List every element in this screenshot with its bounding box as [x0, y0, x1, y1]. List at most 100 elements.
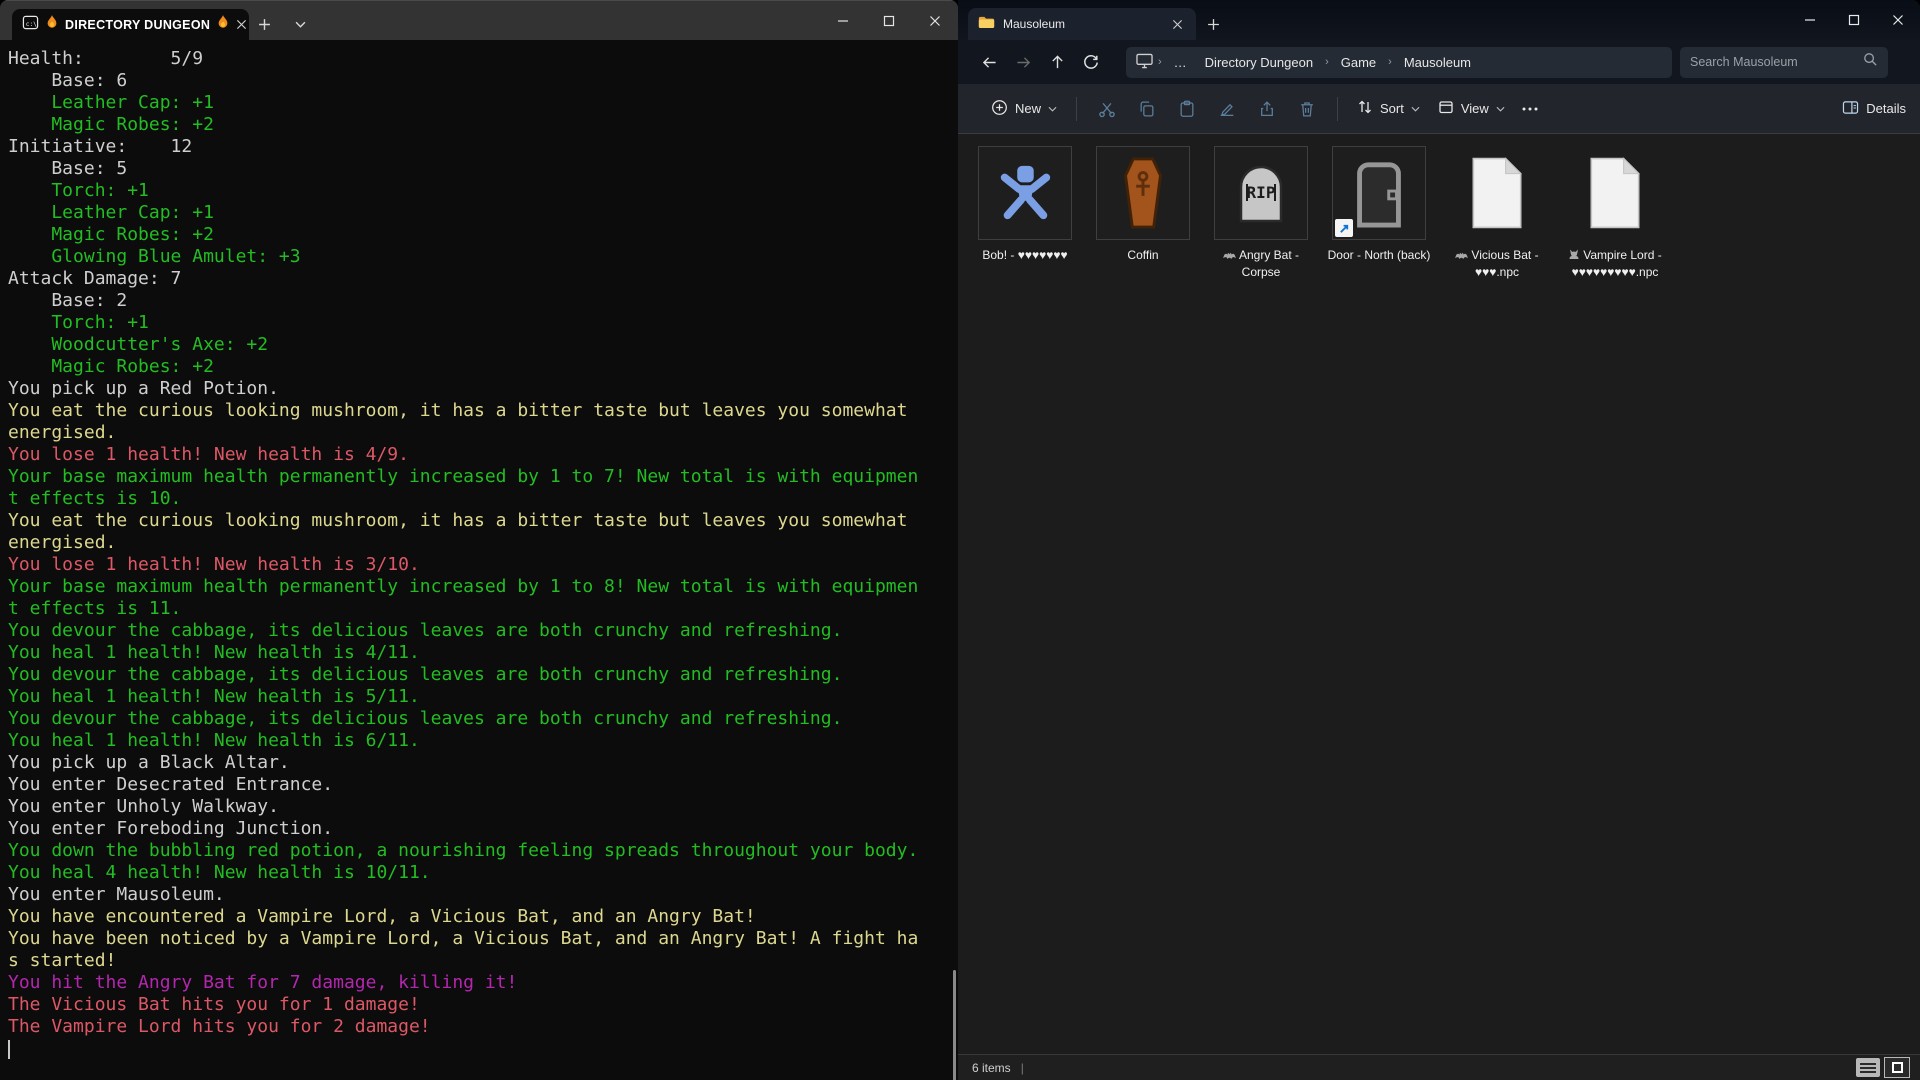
- minimize-button[interactable]: [820, 1, 866, 41]
- tab-dropdown-button[interactable]: [285, 9, 315, 40]
- details-button[interactable]: Details: [1842, 100, 1906, 118]
- file-tile-vicious-bat[interactable]: Vicious Bat - ♥♥♥.npc: [1438, 146, 1556, 280]
- chevron-down-icon: [1048, 106, 1057, 112]
- maximize-button[interactable]: [1832, 0, 1876, 40]
- list-view-toggle[interactable]: [1856, 1058, 1880, 1077]
- view-button[interactable]: View: [1429, 92, 1514, 125]
- file-tile-vampire-lord[interactable]: Vampire Lord - ♥♥♥♥♥♥♥♥♥.npc: [1556, 146, 1674, 280]
- up-button[interactable]: [1040, 46, 1074, 78]
- copy-button[interactable]: [1127, 92, 1167, 126]
- new-tab-button[interactable]: [249, 9, 279, 40]
- search-input[interactable]: [1690, 55, 1850, 69]
- sort-button[interactable]: Sort: [1348, 92, 1429, 125]
- search-icon: [1863, 52, 1878, 72]
- door-icon: [1332, 146, 1426, 240]
- explorer-toolbar: New: [958, 84, 1920, 134]
- file-grid: Bob! - ♥♥♥♥♥♥♥ Coffin: [966, 146, 1920, 280]
- more-button[interactable]: [1514, 92, 1546, 126]
- details-pane-icon: [1842, 100, 1859, 118]
- terminal-tab-title: DIRECTORY DUNGEON: [65, 18, 210, 32]
- file-tile-door-north[interactable]: Door - North (back): [1320, 146, 1438, 280]
- shortcut-arrow-icon: [1335, 219, 1353, 237]
- paste-button[interactable]: [1167, 92, 1207, 126]
- minimize-button[interactable]: [1788, 0, 1832, 40]
- blank-page-icon: [1568, 146, 1662, 240]
- terminal-output: Health: 5/9 Base: 6 Leather Cap: +1 Magi…: [8, 48, 958, 1038]
- terminal-line: You enter Foreboding Junction.: [8, 818, 958, 840]
- terminal-line: Magic Robes: +2: [8, 356, 958, 378]
- explorer-content: Bob! - ♥♥♥♥♥♥♥ Coffin: [958, 146, 1920, 1066]
- back-button[interactable]: [972, 46, 1006, 78]
- tab-close-icon[interactable]: [236, 16, 247, 34]
- terminal-line: You eat the curious looking mushroom, it…: [8, 400, 958, 422]
- items-count: 6 items: [972, 1061, 1011, 1075]
- terminal-tab[interactable]: c:\ DIRECTORY DUNGEON: [12, 9, 249, 40]
- terminal-line: Magic Robes: +2: [8, 224, 958, 246]
- maximize-button[interactable]: [866, 1, 912, 41]
- svg-text:c:\: c:\: [26, 20, 37, 27]
- new-button[interactable]: New: [982, 92, 1066, 126]
- file-tile-angry-bat-corpse[interactable]: RIP Angry Bat - Corpse: [1202, 146, 1320, 280]
- breadcrumb-item-mausoleum[interactable]: Mausoleum: [1397, 52, 1478, 73]
- details-button-label: Details: [1866, 101, 1906, 116]
- explorer-tab[interactable]: Mausoleum: [968, 8, 1196, 40]
- bat-icon: [1223, 248, 1236, 264]
- breadcrumb-item-game[interactable]: Game: [1334, 52, 1383, 73]
- close-button[interactable]: [912, 1, 958, 41]
- terminal-line: The Vampire Lord hits you for 2 damage!: [8, 1016, 958, 1038]
- flame-icon: [45, 14, 59, 35]
- new-tab-button[interactable]: [1196, 8, 1230, 40]
- terminal-line: You heal 4 health! New health is 10/11.: [8, 862, 958, 884]
- terminal-line: Leather Cap: +1: [8, 92, 958, 114]
- svg-text:RIP: RIP: [1247, 183, 1276, 202]
- close-button[interactable]: [1876, 0, 1920, 40]
- file-label: Bob! - ♥♥♥♥♥♥♥: [982, 247, 1067, 263]
- terminal-line: Base: 5: [8, 158, 958, 180]
- tab-close-icon[interactable]: [1168, 15, 1186, 33]
- forward-button[interactable]: [1006, 46, 1040, 78]
- file-tile-coffin[interactable]: Coffin: [1084, 146, 1202, 280]
- terminal-body[interactable]: Health: 5/9 Base: 6 Leather Cap: +1 Magi…: [0, 40, 958, 1080]
- terminal-icon: c:\: [22, 14, 39, 36]
- terminal-line: t effects is 10.: [8, 488, 958, 510]
- status-separator: |: [1021, 1061, 1024, 1075]
- terminal-line: You heal 1 health! New health is 5/11.: [8, 686, 958, 708]
- terminal-line: energised.: [8, 532, 958, 554]
- rename-button[interactable]: [1207, 92, 1247, 126]
- terminal-line: You heal 1 health! New health is 6/11.: [8, 730, 958, 752]
- delete-button[interactable]: [1287, 92, 1327, 126]
- terminal-line: Base: 6: [8, 70, 958, 92]
- cut-button[interactable]: [1087, 92, 1127, 126]
- explorer-window: Mausoleum: [958, 0, 1920, 1080]
- explorer-titlebar: Mausoleum: [958, 0, 1920, 40]
- terminal-cursor: [8, 1040, 10, 1059]
- file-label: Vampire Lord - ♥♥♥♥♥♥♥♥♥.npc: [1562, 247, 1668, 280]
- breadcrumb-item-directory-dungeon[interactable]: Directory Dungeon: [1198, 52, 1320, 73]
- file-tile-bob[interactable]: Bob! - ♥♥♥♥♥♥♥: [966, 146, 1084, 280]
- share-button[interactable]: [1247, 92, 1287, 126]
- terminal-line: You devour the cabbage, its delicious le…: [8, 620, 958, 642]
- bat-icon: [1455, 248, 1468, 264]
- explorer-navbar: › … Directory Dungeon › Game › Mausoleum: [958, 40, 1920, 84]
- terminal-window: c:\ DIRECTORY DUNGEON: [0, 0, 958, 1080]
- terminal-line: Your base maximum health permanently inc…: [8, 466, 958, 488]
- terminal-line: energised.: [8, 422, 958, 444]
- explorer-tab-title: Mausoleum: [1003, 17, 1065, 31]
- terminal-line: Attack Damage: 7: [8, 268, 958, 290]
- terminal-scrollbar[interactable]: [953, 970, 956, 1080]
- breadcrumb-ellipsis[interactable]: …: [1167, 52, 1194, 73]
- terminal-line: You pick up a Red Potion.: [8, 378, 958, 400]
- terminal-line: Glowing Blue Amulet: +3: [8, 246, 958, 268]
- this-pc-icon[interactable]: [1136, 53, 1153, 72]
- terminal-line: You have encountered a Vampire Lord, a V…: [8, 906, 958, 928]
- refresh-button[interactable]: [1074, 46, 1108, 78]
- file-label: Vicious Bat - ♥♥♥.npc: [1444, 247, 1550, 280]
- large-icons-view-toggle[interactable]: [1884, 1057, 1910, 1078]
- view-button-label: View: [1461, 101, 1489, 116]
- terminal-line: You enter Desecrated Entrance.: [8, 774, 958, 796]
- sort-button-label: Sort: [1380, 101, 1404, 116]
- flame-icon: [216, 14, 230, 35]
- blank-page-icon: [1450, 146, 1544, 240]
- chevron-down-icon: [1496, 106, 1505, 112]
- vampire-icon: [1568, 248, 1580, 264]
